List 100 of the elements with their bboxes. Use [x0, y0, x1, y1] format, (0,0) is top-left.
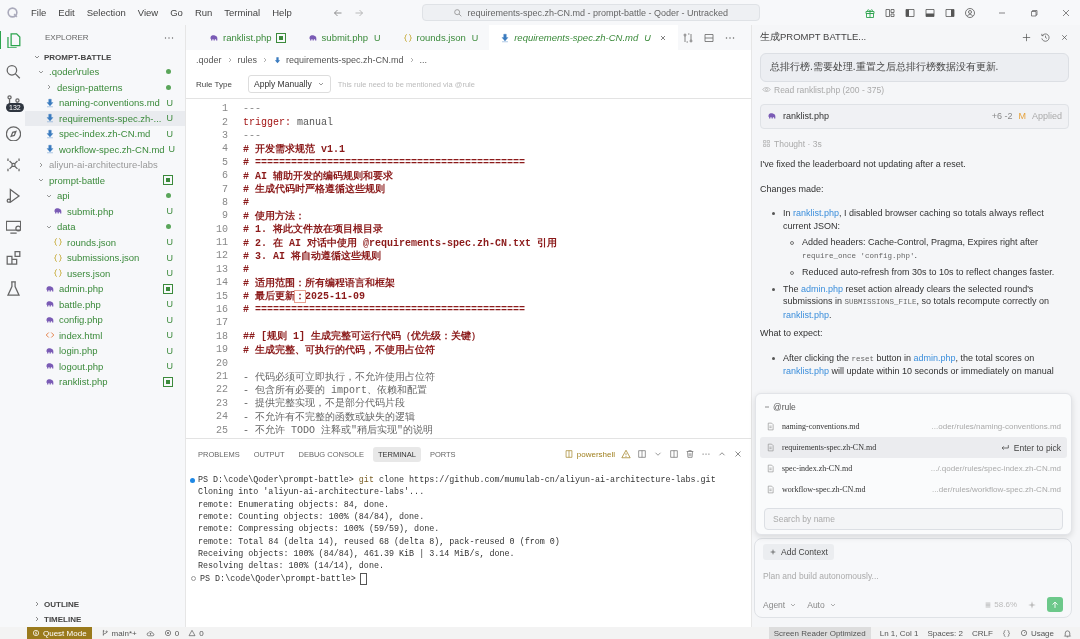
tree-item[interactable]: rounds.json U: [25, 234, 185, 250]
tree-item[interactable]: config.php U: [25, 312, 185, 328]
close-icon[interactable]: [658, 33, 667, 42]
cloud-upload-icon[interactable]: [145, 628, 155, 638]
indentation-indicator[interactable]: Spaces: 2: [927, 628, 963, 638]
breadcrumb-item[interactable]: ...: [419, 55, 428, 65]
file-change-card[interactable]: ranklist.php +6 -2 M Applied: [760, 104, 1069, 129]
gift-icon[interactable]: [864, 6, 876, 19]
breadcrumb-item[interactable]: requirements-spec.zh-CN.md: [286, 55, 404, 65]
editor-tab[interactable]: requirements-spec.zh-CN.md U: [489, 25, 678, 50]
tree-item[interactable]: workflow-spec.zh-CN.md U: [25, 141, 185, 157]
collapse-icon[interactable]: [764, 404, 770, 410]
git-status-label: U: [166, 128, 173, 139]
tree-item[interactable]: ranklist.php: [25, 374, 185, 390]
tree-item[interactable]: spec-index.zh-CN.md U: [25, 126, 185, 142]
sidebar-left-icon[interactable]: [904, 6, 916, 19]
menu-item[interactable]: Selection: [86, 7, 126, 18]
history-icon[interactable]: [1040, 32, 1051, 43]
editor-tab[interactable]: submit.php U: [296, 25, 392, 50]
file-name: naming-conventions.md: [59, 97, 161, 109]
menu-item[interactable]: Edit: [58, 7, 75, 18]
rule-option[interactable]: spec-index.zh-CN.md .../.qoder/rules/spec-index.zh-CN.md: [760, 458, 1067, 479]
editor-tab[interactable]: rounds.json U: [391, 25, 490, 50]
code-line: # 2. 在 AI 对话中使用 @requirements-spec.zh-CN.txt 引用: [243, 236, 558, 250]
compare-icon[interactable]: [681, 31, 694, 44]
line-ending-indicator[interactable]: CRLF: [972, 628, 993, 638]
bell-icon[interactable]: [1063, 628, 1072, 638]
tree-item[interactable]: users.json U: [25, 265, 185, 281]
tree-item[interactable]: .qoder\rules: [25, 64, 185, 80]
rule-option[interactable]: workflow-spec.zh-CN.md ...der/rules/workflow-spec.zh-CN.md: [760, 479, 1067, 500]
editor-tab[interactable]: ranklist.php: [198, 25, 297, 50]
line-number: 9: [221, 210, 228, 222]
layout-icon[interactable]: [884, 6, 896, 19]
section-header[interactable]: TIMELINE: [25, 612, 185, 626]
command-center[interactable]: requirements-spec.zh-CN.md - prompt-battle - Qoder - Untracked: [421, 4, 760, 21]
rule-type-dropdown[interactable]: Apply Manually: [248, 75, 331, 93]
cursor-position[interactable]: Ln 1, Col 1: [879, 628, 919, 638]
rule-option[interactable]: naming-conventions.md ...oder/rules/naming-conventions.md: [760, 416, 1067, 437]
file-link[interactable]: admin.php: [913, 352, 956, 363]
menu-item[interactable]: View: [137, 7, 159, 18]
panel-bottom-icon[interactable]: [924, 6, 936, 19]
section-header[interactable]: OUTLINE: [25, 597, 185, 611]
model-dropdown[interactable]: Auto: [807, 599, 837, 610]
compass-icon: [6, 125, 21, 141]
trash-icon[interactable]: [685, 449, 695, 459]
errors-indicator[interactable]: 0: [163, 628, 180, 638]
code-line: ---: [243, 129, 261, 141]
menu-item[interactable]: Go: [170, 7, 183, 18]
tree-item[interactable]: naming-conventions.md U: [25, 95, 185, 111]
user-message: 总排行榜.需要处理.重置之后总排行榜数据没有更新.: [760, 53, 1069, 82]
tree-item[interactable]: admin.php: [25, 281, 185, 297]
tree-item[interactable]: submit.php U: [25, 203, 185, 219]
menu-item[interactable]: Run: [194, 7, 213, 18]
tree-item[interactable]: api: [25, 188, 185, 204]
tree-item[interactable]: design-patterns: [25, 79, 185, 95]
terminal-name[interactable]: powershell: [576, 449, 615, 459]
file-link[interactable]: admin.php: [801, 283, 844, 294]
account-icon[interactable]: [964, 6, 976, 19]
sidebar-right-icon[interactable]: [944, 6, 956, 19]
git-status-label: U: [166, 268, 173, 279]
warnings-indicator[interactable]: 0: [188, 628, 204, 638]
tree-item[interactable]: data: [25, 219, 185, 235]
download-arrow-icon: [45, 128, 55, 139]
more-icon[interactable]: [163, 34, 175, 41]
plus-icon[interactable]: [1021, 32, 1032, 43]
file-link[interactable]: ranklist.php: [783, 366, 830, 376]
close-icon[interactable]: [1059, 32, 1070, 43]
chat-text: What to expect:: [760, 327, 824, 340]
search-icon: [6, 63, 21, 79]
menu-item[interactable]: Terminal: [224, 7, 261, 18]
braces-icon[interactable]: [1001, 628, 1011, 638]
braces-icon: [53, 252, 63, 263]
split-terminal-icon[interactable]: [637, 449, 647, 459]
tree-item[interactable]: login.php U: [25, 343, 185, 359]
section-header[interactable]: PROMPT-BATTLE: [25, 50, 185, 64]
tree-item[interactable]: requirements-spec.zh-... U: [25, 110, 185, 126]
tree-item[interactable]: index.html U: [25, 327, 185, 343]
send-button[interactable]: [1047, 597, 1063, 612]
split-editor-icon[interactable]: [702, 31, 715, 44]
tree-item[interactable]: battle.php U: [25, 296, 185, 312]
menu-item[interactable]: Help: [272, 7, 292, 18]
tree-item[interactable]: prompt-battle: [25, 172, 185, 188]
line-number: 11: [215, 237, 228, 249]
tree-item[interactable]: logout.php U: [25, 358, 185, 374]
tree-item[interactable]: submissions.json U: [25, 250, 185, 266]
breadcrumb-item[interactable]: rules: [237, 55, 258, 65]
mode-indicator[interactable]: Quest Mode: [27, 627, 92, 639]
search-field[interactable]: Search by name: [764, 508, 1063, 530]
close-icon[interactable]: [733, 449, 743, 459]
add-context-button[interactable]: Add Context: [763, 544, 834, 560]
code-line: # 使用方法：: [243, 209, 305, 223]
file-name: requirements-spec.zh-...: [59, 112, 163, 124]
rule-option[interactable]: requirements-spec.zh-CN.md Enter to pick: [760, 437, 1067, 458]
screen-reader-indicator[interactable]: Screen Reader Optimized: [768, 627, 871, 639]
breadcrumb-item[interactable]: .qoder: [196, 55, 222, 65]
usage-indicator[interactable]: Usage: [1019, 628, 1054, 638]
mode-dropdown[interactable]: Agent: [763, 599, 798, 610]
branch-indicator[interactable]: main*+: [100, 628, 137, 638]
split-icon[interactable]: [669, 449, 679, 459]
menu-item[interactable]: File: [31, 7, 47, 18]
